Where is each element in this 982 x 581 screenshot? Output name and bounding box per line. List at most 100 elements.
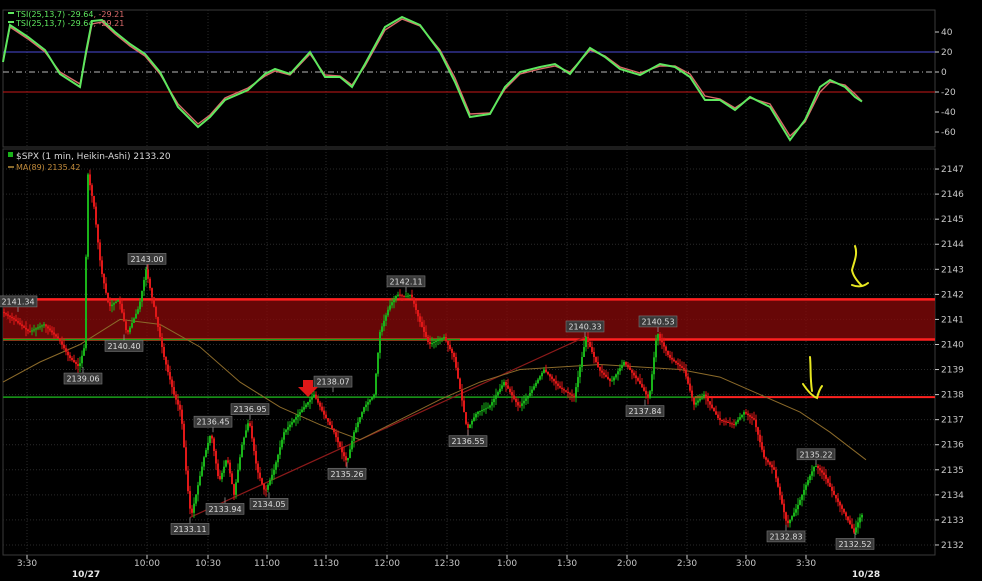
candle-body bbox=[711, 404, 713, 408]
candle-body bbox=[153, 297, 155, 307]
x-tick-label: 3:30 bbox=[796, 559, 816, 569]
candle-body bbox=[421, 321, 423, 327]
x-tick-label: 2:00 bbox=[617, 559, 637, 569]
candle-body bbox=[523, 400, 525, 404]
candle-body bbox=[539, 376, 541, 380]
candle-body bbox=[349, 449, 351, 458]
candle-body bbox=[563, 389, 565, 391]
candle-body bbox=[105, 283, 107, 293]
x-tick-label: 1:00 bbox=[497, 559, 517, 569]
candle-body bbox=[473, 417, 475, 421]
candle-body bbox=[167, 364, 169, 373]
candle-body bbox=[599, 367, 601, 371]
candle-body bbox=[257, 463, 259, 473]
price-point-label: 2136.95 bbox=[233, 405, 266, 414]
x-tick-label: 1:30 bbox=[557, 559, 577, 569]
candle-body bbox=[317, 398, 319, 403]
candle-body bbox=[325, 414, 327, 419]
price-point-label: 2140.53 bbox=[641, 317, 674, 326]
candle-body bbox=[7, 314, 9, 316]
candle-body bbox=[73, 360, 75, 363]
candle-body bbox=[577, 377, 579, 388]
candle-body bbox=[329, 421, 331, 426]
candle-body bbox=[433, 341, 435, 343]
candle-body bbox=[631, 370, 633, 373]
price-point-label: 2133.94 bbox=[208, 505, 241, 514]
candle-body bbox=[793, 512, 795, 517]
candle-body bbox=[363, 407, 365, 413]
candle-body bbox=[267, 484, 269, 490]
candle-body bbox=[187, 470, 189, 492]
candle-body bbox=[669, 354, 671, 358]
candle-body bbox=[619, 368, 621, 372]
candle-body bbox=[665, 346, 667, 351]
candle-body bbox=[609, 378, 611, 382]
candle-body bbox=[673, 359, 675, 362]
candle-body bbox=[769, 462, 771, 465]
price-point-label: 2140.33 bbox=[568, 322, 601, 331]
candle-body bbox=[491, 402, 493, 406]
candle-body bbox=[557, 383, 559, 386]
candle-body bbox=[447, 340, 449, 345]
candle-body bbox=[791, 516, 793, 520]
candle-body bbox=[237, 469, 239, 483]
price-y-tick-label: 2141 bbox=[941, 315, 964, 325]
candle-body bbox=[185, 447, 187, 471]
candle-body bbox=[145, 269, 147, 281]
candle-body bbox=[493, 398, 495, 403]
tsi-legend-name: TSI(25,13,7) bbox=[15, 10, 68, 19]
candle-body bbox=[117, 300, 119, 302]
candle-body bbox=[53, 332, 55, 335]
candle-body bbox=[229, 462, 231, 474]
candle-body bbox=[615, 374, 617, 378]
candle-body bbox=[351, 440, 353, 450]
candle-body bbox=[235, 482, 237, 495]
candle-body bbox=[733, 424, 735, 426]
candle-body bbox=[327, 418, 329, 422]
candle-body bbox=[341, 447, 343, 453]
candle-body bbox=[391, 302, 393, 306]
candle-body bbox=[311, 397, 313, 400]
price-point-label: 2143.00 bbox=[130, 255, 163, 264]
candle-body bbox=[5, 313, 7, 315]
candle-body bbox=[181, 409, 183, 424]
candle-body bbox=[419, 316, 421, 322]
candle-body bbox=[375, 373, 377, 395]
candle-body bbox=[65, 348, 67, 352]
candle-body bbox=[741, 414, 743, 418]
price-y-tick-label: 2140 bbox=[941, 340, 964, 350]
candle-body bbox=[413, 297, 415, 304]
candle-body bbox=[505, 382, 507, 386]
candle-body bbox=[507, 385, 509, 389]
candle-body bbox=[603, 372, 605, 375]
candle-body bbox=[641, 383, 643, 388]
candle-body bbox=[353, 432, 355, 441]
tsi-y-tick-label: -40 bbox=[941, 108, 956, 118]
candle-body bbox=[675, 361, 677, 363]
ma-legend-label: MA(89) 2135.42 bbox=[16, 163, 80, 172]
candle-body bbox=[119, 300, 121, 304]
candle-body bbox=[43, 324, 45, 326]
candle-body bbox=[3, 311, 5, 314]
candle-body bbox=[283, 432, 285, 440]
candle-body bbox=[613, 377, 615, 381]
candle-body bbox=[213, 438, 215, 451]
candle-body bbox=[511, 392, 513, 396]
candle-body bbox=[303, 407, 305, 410]
tsi-y-tick-label: -20 bbox=[941, 88, 956, 98]
candle-body bbox=[457, 367, 459, 379]
price-y-tick-label: 2144 bbox=[941, 240, 964, 250]
candle-body bbox=[849, 520, 851, 525]
candle-body bbox=[215, 450, 217, 464]
candle-body bbox=[109, 302, 111, 307]
candle-body bbox=[449, 344, 451, 349]
candle-body bbox=[649, 391, 651, 398]
candle-body bbox=[45, 324, 47, 327]
price-point-label: 2136.45 bbox=[196, 418, 229, 427]
candle-body bbox=[821, 470, 823, 473]
candle-body bbox=[571, 394, 573, 396]
candle-body bbox=[745, 412, 747, 414]
candle-body bbox=[469, 424, 471, 428]
candle-body bbox=[357, 422, 359, 428]
candle-body bbox=[707, 397, 709, 402]
